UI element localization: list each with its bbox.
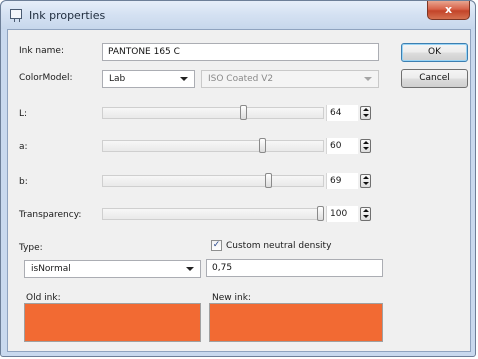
slider-l-thumb[interactable] [240, 105, 247, 120]
slider-transparency-track[interactable] [102, 208, 324, 220]
spin-up-icon [363, 141, 369, 144]
slider-transparency-label: Transparency: [19, 210, 82, 220]
color-model-value: Lab [109, 74, 126, 84]
old-ink-label: Old ink: [26, 293, 61, 303]
slider-transparency-value[interactable]: 100 [326, 206, 358, 222]
spin-down-icon [363, 215, 369, 218]
old-ink-swatch [24, 303, 201, 342]
slider-b-track[interactable] [102, 175, 324, 187]
cancel-button[interactable]: Cancel [401, 69, 468, 88]
slider-a-label: a: [19, 142, 28, 152]
neutral-density-input[interactable]: 0,75 [206, 259, 383, 277]
ink-name-input[interactable]: PANTONE 165 C [102, 43, 379, 61]
slider-b-spinner[interactable] [360, 174, 371, 188]
custom-neutral-density-checkbox[interactable]: ✓ [211, 240, 222, 251]
chevron-down-icon [180, 77, 188, 81]
new-ink-label: New ink: [212, 293, 251, 303]
slider-b-label: b: [19, 177, 28, 187]
slider-a-track[interactable] [102, 140, 324, 152]
color-model-select[interactable]: Lab [102, 70, 195, 88]
custom-neutral-density-label: Custom neutral density [226, 241, 332, 251]
ok-button[interactable]: OK [401, 43, 468, 62]
chevron-down-icon [186, 267, 194, 271]
slider-b-thumb[interactable] [265, 173, 272, 188]
close-button[interactable]: x [427, 1, 470, 20]
spin-up-icon [363, 176, 369, 179]
spin-up-icon [363, 108, 369, 111]
slider-l-track[interactable] [102, 107, 324, 119]
slider-l-value[interactable]: 64 [326, 105, 358, 121]
color-profile-select: ISO Coated V2 [201, 70, 379, 88]
chevron-down-icon [364, 77, 372, 81]
window-title: Ink properties [29, 9, 106, 22]
ink-properties-dialog: Ink properties x Ink name: PANTONE 165 C… [0, 0, 476, 357]
spin-up-icon [363, 209, 369, 212]
type-value: isNormal [31, 264, 71, 274]
slider-l-label: L: [19, 109, 28, 119]
new-ink-swatch [209, 303, 383, 342]
color-profile-value: ISO Coated V2 [208, 74, 274, 84]
slider-a-thumb[interactable] [259, 138, 266, 153]
slider-transparency-thumb[interactable] [317, 206, 324, 221]
spin-down-icon [363, 114, 369, 117]
slider-b-value[interactable]: 69 [326, 173, 358, 189]
spin-down-icon [363, 182, 369, 185]
window-monitor-icon [10, 9, 22, 22]
spin-down-icon [363, 147, 369, 150]
title-bar[interactable]: Ink properties x [1, 1, 475, 29]
dialog-client-area: Ink name: PANTONE 165 C OK Cancel ColorM… [7, 29, 471, 352]
ink-name-label: Ink name: [19, 46, 64, 56]
slider-transparency-spinner[interactable] [360, 207, 371, 221]
slider-a-value[interactable]: 60 [326, 138, 358, 154]
slider-a-spinner[interactable] [360, 139, 371, 153]
color-model-label: ColorModel: [19, 73, 73, 83]
type-select[interactable]: isNormal [24, 260, 201, 278]
slider-l-spinner[interactable] [360, 106, 371, 120]
type-label: Type: [19, 243, 43, 253]
